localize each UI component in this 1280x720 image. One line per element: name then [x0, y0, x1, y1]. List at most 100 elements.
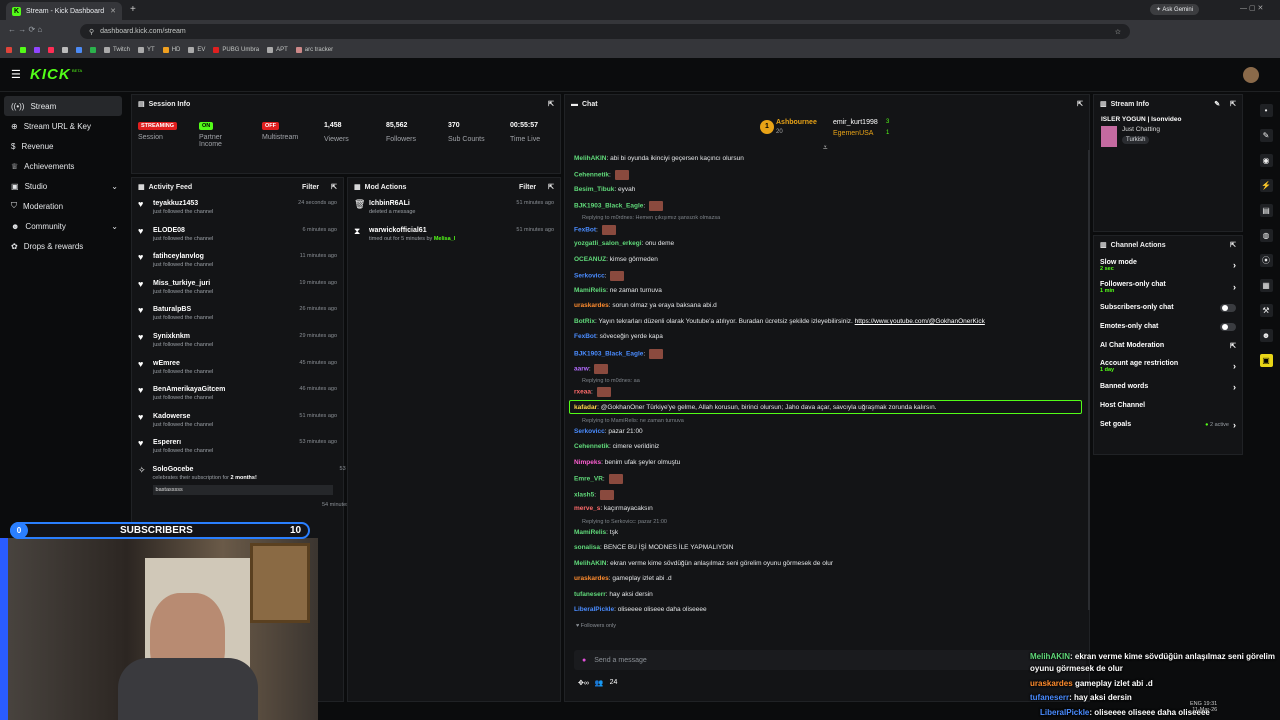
settings-icon[interactable]: ✥∞	[578, 679, 589, 687]
chat-message[interactable]: MelihAKIN: abi bi oyunda ikinciyi geçers…	[574, 155, 744, 162]
browser-tab[interactable]: K Stream - Kick Dashboard ✕	[6, 2, 122, 20]
chat-username[interactable]: Besim_Tibuk	[574, 186, 614, 193]
nav-buttons-icon[interactable]: ← → ⟳ ⌂	[8, 25, 42, 34]
sidebar-item-studio[interactable]: ▣ Studio ⌄	[0, 176, 126, 196]
popout-icon[interactable]: ⇱	[548, 183, 554, 191]
filter-button[interactable]: Filter	[302, 184, 319, 191]
filter-button[interactable]: Filter	[519, 184, 536, 191]
hamburger-menu-icon[interactable]: ☰	[11, 68, 21, 81]
activity-item[interactable]: ♥ fatihceylanvlog just followed the channe…	[132, 249, 343, 276]
chat-username[interactable]: Nimpeks	[574, 459, 601, 466]
sidebar-item-stream[interactable]: ((•)) Stream	[4, 96, 122, 116]
chat-username[interactable]: BJK1903_Black_Eagle	[574, 203, 643, 210]
emote-icon[interactable]: ●	[582, 657, 586, 664]
chat-scrollbar[interactable]	[1088, 150, 1090, 610]
sidebar-item-community[interactable]: ☻ Community ⌄	[0, 216, 126, 236]
wrench-icon[interactable]: ⚒	[1259, 304, 1273, 317]
chat-message[interactable]: xlash5:	[574, 490, 614, 500]
top-gifter-name[interactable]: Ashbournee	[776, 119, 817, 126]
chat-username[interactable]: Cehennetik	[574, 443, 609, 450]
popout-icon[interactable]: ⇱	[331, 183, 337, 191]
chat-message[interactable]: tufaneserr: hay aksi dersin	[574, 591, 653, 598]
activity-item[interactable]: ♥ BaturalpBS just followed the channel 26 m…	[132, 302, 343, 329]
chat-message[interactable]: FexBot: söveceğin yerde kapa	[574, 333, 663, 340]
chat-message[interactable]: Besim_Tibuk: eyvah	[574, 186, 635, 193]
mod-action-item[interactable]: 🗑 IchbinR6ALi deleted a message 51 minutes …	[348, 196, 560, 223]
avatar[interactable]	[1243, 67, 1259, 83]
bookmark-icon[interactable]	[6, 47, 12, 53]
chat-username[interactable]: merve_s	[574, 505, 600, 512]
chat-message[interactable]: Emre_VR:	[574, 474, 623, 484]
toggle-switch[interactable]	[1220, 303, 1236, 312]
activity-item[interactable]: ♥ teyakkuz1453 just followed the channel 24…	[132, 196, 343, 223]
kick-logo[interactable]: KICK	[30, 66, 71, 83]
subscription-item[interactable]: 54 minutes	[132, 498, 349, 525]
expand-leaderboard-icon[interactable]: ⩡	[823, 143, 828, 153]
mod-action-item[interactable]: ⧗ warwickofficial61 timed out for 5 minute…	[348, 223, 560, 250]
chat-username[interactable]: Emre_VR	[574, 476, 603, 483]
lightning-icon[interactable]: ⚡	[1259, 179, 1273, 192]
chat-message[interactable]: Serkovicc:	[574, 271, 625, 281]
chat-username[interactable]: BJK1903_Black_Eagle	[574, 351, 643, 358]
bookmark-ev[interactable]: EV	[188, 47, 205, 53]
chat-message[interactable]: MamiRelis: ne zaman turnuva	[574, 287, 662, 294]
bookmark-icon[interactable]	[62, 47, 68, 53]
chat-message[interactable]: Cehennetik:	[574, 170, 629, 180]
chat-username[interactable]: aarw	[574, 366, 589, 373]
bookmark-star-icon[interactable]: ☆	[1115, 28, 1121, 36]
channel-action-row[interactable]: Host Channel	[1094, 396, 1242, 415]
chat-message[interactable]: MamiRelis: tşk	[574, 529, 618, 536]
sidebar-item-drops[interactable]: ✿ Drops & rewards	[0, 236, 126, 256]
bookmark-hd[interactable]: HD	[162, 47, 180, 53]
sidebar-item-stream-url[interactable]: ⊕ Stream URL & Key	[0, 116, 126, 136]
chat-username[interactable]: FexBot	[574, 227, 596, 234]
chat-message[interactable]: Cehennetik: cimere verildiniz	[574, 443, 659, 450]
chat-message[interactable]: aarw:	[574, 364, 609, 374]
bookmark-twitch[interactable]: Twitch	[104, 47, 130, 53]
popout-icon[interactable]: ⇱	[1230, 241, 1236, 249]
bookmark-icon[interactable]	[34, 47, 40, 53]
activity-item[interactable]: ♥ ELODE08 just followed the channel 6 minut…	[132, 223, 343, 250]
activity-item[interactable]: ♥ BenAmerikayaGitcem just followed the cha…	[132, 382, 343, 409]
chat-message[interactable]: LiberalPickle: oliseeee oliseee daha oli…	[574, 606, 707, 613]
chat-username[interactable]: uraskardes	[574, 302, 609, 309]
popout-icon[interactable]: ⇱	[1077, 100, 1083, 108]
chat-message[interactable]: FexBot:	[574, 225, 616, 235]
bookmark-pubg[interactable]: PUBG Umbra	[213, 47, 259, 53]
activity-item[interactable]: ♥ wEmree just followed the channel 45 minut…	[132, 356, 343, 383]
chat-username[interactable]: rxeaa	[574, 389, 591, 396]
channel-action-row[interactable]: Slow mode 2 sec ›	[1094, 254, 1242, 276]
chat-message[interactable]: yozgatli_salon_erkegi: onu deme	[574, 240, 674, 247]
chat-username[interactable]: Serkovicc	[574, 273, 605, 280]
activity-item[interactable]: ♥ Kadowerse just followed the channel 51 mi…	[132, 409, 343, 436]
edit-icon[interactable]: ✎	[1214, 100, 1220, 108]
sidebar-item-moderation[interactable]: ⛉ Moderation	[0, 196, 126, 216]
channel-action-row[interactable]: Emotes-only chat	[1094, 317, 1242, 336]
chat-message[interactable]: Serkovicc: pazar 21:00	[574, 428, 643, 435]
channel-action-row[interactable]: AI Chat Moderation ⇱	[1094, 336, 1242, 355]
people-icon[interactable]: ☻	[1259, 329, 1273, 342]
bookmark-icon[interactable]: ▣	[1259, 354, 1273, 367]
subscription-item[interactable]: ✧ SoloGocebe celebrates their subscriptio…	[132, 462, 377, 498]
chat-message[interactable]: OCEANUZ: kimse görmeden	[574, 256, 658, 263]
broadcast-icon[interactable]: ⦿	[1259, 254, 1273, 267]
popout-icon[interactable]: ⇱	[1230, 100, 1236, 108]
bookmark-yt[interactable]: YT	[138, 47, 155, 53]
chat-message[interactable]: rxeaa:	[574, 387, 611, 397]
chat-username[interactable]: FexBot	[574, 333, 596, 340]
bookmark-arc[interactable]: arc tracker	[295, 47, 333, 53]
top-gifter-name[interactable]: EgemenUSA	[833, 130, 873, 137]
sidebar-item-achievements[interactable]: ♕ Achievements	[0, 156, 126, 176]
popout-icon[interactable]: ⇱	[548, 100, 554, 108]
chat-username[interactable]: BotRix	[574, 318, 595, 325]
activity-item[interactable]: ♥ Espererı just followed the channel 53 min…	[132, 435, 343, 462]
new-tab-icon[interactable]: +	[130, 4, 136, 15]
channel-action-row[interactable]: Followers-only chat 1 min ›	[1094, 276, 1242, 298]
camera-icon[interactable]: ◉	[1259, 154, 1273, 167]
server-icon[interactable]: ▦	[1259, 279, 1273, 292]
bookmark-icon[interactable]	[90, 47, 96, 53]
top-gifter-name[interactable]: emir_kurt1998	[833, 119, 878, 126]
channel-action-row[interactable]: Subscribers-only chat	[1094, 298, 1242, 317]
chat-username[interactable]: Serkovicc	[574, 428, 605, 435]
bookmark-icon[interactable]	[48, 47, 54, 53]
